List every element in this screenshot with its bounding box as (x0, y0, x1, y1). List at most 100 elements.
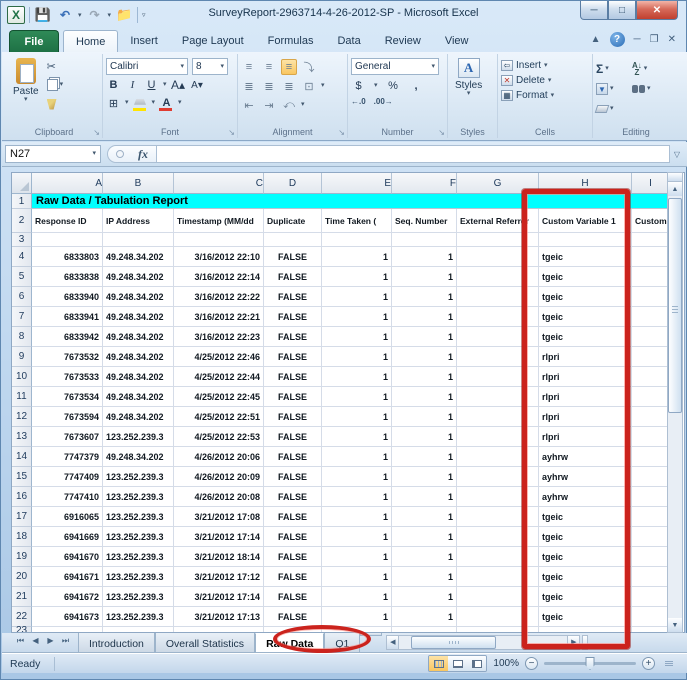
cell-F12[interactable]: 1 (392, 407, 457, 427)
row-number-3[interactable]: 3 (12, 233, 32, 247)
cell-H21[interactable]: tgeic (539, 587, 632, 607)
clipboard-dialog-launcher-icon[interactable]: ↘ (93, 128, 100, 137)
cell-D4[interactable]: FALSE (264, 247, 322, 267)
copy-button[interactable]: ▾ (45, 77, 66, 93)
cell-A14[interactable]: 7747379 (32, 447, 103, 467)
cell-G17[interactable] (457, 507, 539, 527)
cell-B11[interactable]: 49.248.34.202 (103, 387, 174, 407)
cell-H5[interactable]: tgeic (539, 267, 632, 287)
cell-G9[interactable] (457, 347, 539, 367)
cell-D6[interactable]: FALSE (264, 287, 322, 307)
cell-E9[interactable]: 1 (322, 347, 392, 367)
cell-E17[interactable]: 1 (322, 507, 392, 527)
cell-D15[interactable]: FALSE (264, 467, 322, 487)
header-cell-C2[interactable]: Timestamp (MM/dd (174, 209, 264, 233)
cell-E22[interactable]: 1 (322, 607, 392, 627)
cell-A22[interactable]: 6941673 (32, 607, 103, 627)
minimize-ribbon-icon[interactable]: ▲ (591, 34, 601, 45)
normal-view-button[interactable] (429, 656, 448, 671)
paste-dropdown-icon[interactable]: ▾ (24, 97, 28, 103)
cell-G20[interactable] (457, 567, 539, 587)
cell-H8[interactable]: tgeic (539, 327, 632, 347)
align-right-button[interactable]: ≣ (281, 78, 297, 94)
cell-D17[interactable]: FALSE (264, 507, 322, 527)
align-left-button[interactable]: ≣ (241, 78, 257, 94)
cell-H3[interactable] (539, 233, 632, 247)
cell-C14[interactable]: 4/26/2012 20:06 (174, 447, 264, 467)
row-number-18[interactable]: 18 (12, 527, 32, 547)
sort-filter-button[interactable]: A↓Z▾ (632, 60, 666, 78)
insert-cells-button[interactable]: ⇦Insert▾ (501, 60, 554, 71)
row-number-15[interactable]: 15 (12, 467, 32, 487)
cell-I19[interactable] (632, 547, 670, 567)
cell-B21[interactable]: 123.252.239.3 (103, 587, 174, 607)
percent-button[interactable]: % (386, 78, 401, 94)
header-cell-I2[interactable]: Custom V (632, 209, 670, 233)
cell-B13[interactable]: 123.252.239.3 (103, 427, 174, 447)
row-number-12[interactable]: 12 (12, 407, 32, 427)
cell-E6[interactable]: 1 (322, 287, 392, 307)
tab-view[interactable]: View (433, 30, 481, 52)
cell-E8[interactable]: 1 (322, 327, 392, 347)
cell-I3[interactable] (632, 233, 670, 247)
tab-split-handle[interactable] (582, 635, 588, 650)
delete-cells-button[interactable]: ✕Delete▾ (501, 75, 554, 86)
cell-H4[interactable]: tgeic (539, 247, 632, 267)
cell-A10[interactable]: 7673533 (32, 367, 103, 387)
cell-F4[interactable]: 1 (392, 247, 457, 267)
cell-B5[interactable]: 49.248.34.202 (103, 267, 174, 287)
scroll-down-icon[interactable]: ▼ (668, 618, 682, 632)
tab-page-layout[interactable]: Page Layout (170, 30, 256, 52)
insert-function-icon[interactable]: fx (138, 147, 148, 162)
workbook-restore-icon[interactable]: ❐ (650, 34, 659, 45)
cell-C10[interactable]: 4/25/2012 22:44 (174, 367, 264, 387)
row-number-5[interactable]: 5 (12, 267, 32, 287)
page-layout-view-button[interactable] (448, 656, 467, 671)
cell-D19[interactable]: FALSE (264, 547, 322, 567)
sheet-tab-overall-statistics[interactable]: Overall Statistics (155, 633, 255, 653)
font-size-select[interactable]: 8▾ (192, 58, 228, 75)
cell-E10[interactable]: 1 (322, 367, 392, 387)
formula-input[interactable] (157, 145, 670, 163)
cell-F5[interactable]: 1 (392, 267, 457, 287)
cell-G19[interactable] (457, 547, 539, 567)
row-number-13[interactable]: 13 (12, 427, 32, 447)
scroll-right-icon[interactable]: ▶ (567, 635, 580, 650)
cell-B4[interactable]: 49.248.34.202 (103, 247, 174, 267)
cell-C15[interactable]: 4/26/2012 20:09 (174, 467, 264, 487)
cell-C13[interactable]: 4/25/2012 22:53 (174, 427, 264, 447)
cell-I10[interactable] (632, 367, 670, 387)
sheet-tab-raw-data[interactable]: Raw Data (255, 633, 324, 653)
cell-E13[interactable]: 1 (322, 427, 392, 447)
resize-grip[interactable] (665, 661, 673, 666)
last-sheet-icon[interactable]: ⏭ (59, 636, 72, 646)
cell-F10[interactable]: 1 (392, 367, 457, 387)
cell-I16[interactable] (632, 487, 670, 507)
header-cell-G2[interactable]: External Referrer (457, 209, 539, 233)
col-header-B[interactable]: B (103, 173, 174, 194)
cell-E21[interactable]: 1 (322, 587, 392, 607)
page-break-view-button[interactable] (467, 656, 486, 671)
col-header-H[interactable]: H (539, 173, 632, 194)
cell-E3[interactable] (322, 233, 392, 247)
cell-I21[interactable] (632, 587, 670, 607)
name-box-dropdown-icon[interactable]: ▾ (92, 151, 96, 157)
cell-B19[interactable]: 123.252.239.3 (103, 547, 174, 567)
workbook-minimize-icon[interactable]: ─ (634, 34, 641, 45)
styles-dropdown-icon[interactable]: ▾ (467, 91, 471, 97)
cell-D22[interactable]: FALSE (264, 607, 322, 627)
cell-C5[interactable]: 3/16/2012 22:14 (174, 267, 264, 287)
cell-B14[interactable]: 49.248.34.202 (103, 447, 174, 467)
underline-button[interactable]: U (144, 77, 159, 93)
bottom-align-button[interactable]: ≡ (281, 59, 297, 75)
cell-H10[interactable]: rlpri (539, 367, 632, 387)
vscroll-split-handle[interactable] (668, 173, 682, 182)
cell-D13[interactable]: FALSE (264, 427, 322, 447)
cell-A3[interactable] (32, 233, 103, 247)
cell-H9[interactable]: rlpri (539, 347, 632, 367)
cell-F9[interactable]: 1 (392, 347, 457, 367)
col-header-D[interactable]: D (264, 173, 322, 194)
cell-A11[interactable]: 7673534 (32, 387, 103, 407)
restore-button[interactable]: □ (608, 1, 636, 20)
header-cell-E2[interactable]: Time Taken ( (322, 209, 392, 233)
